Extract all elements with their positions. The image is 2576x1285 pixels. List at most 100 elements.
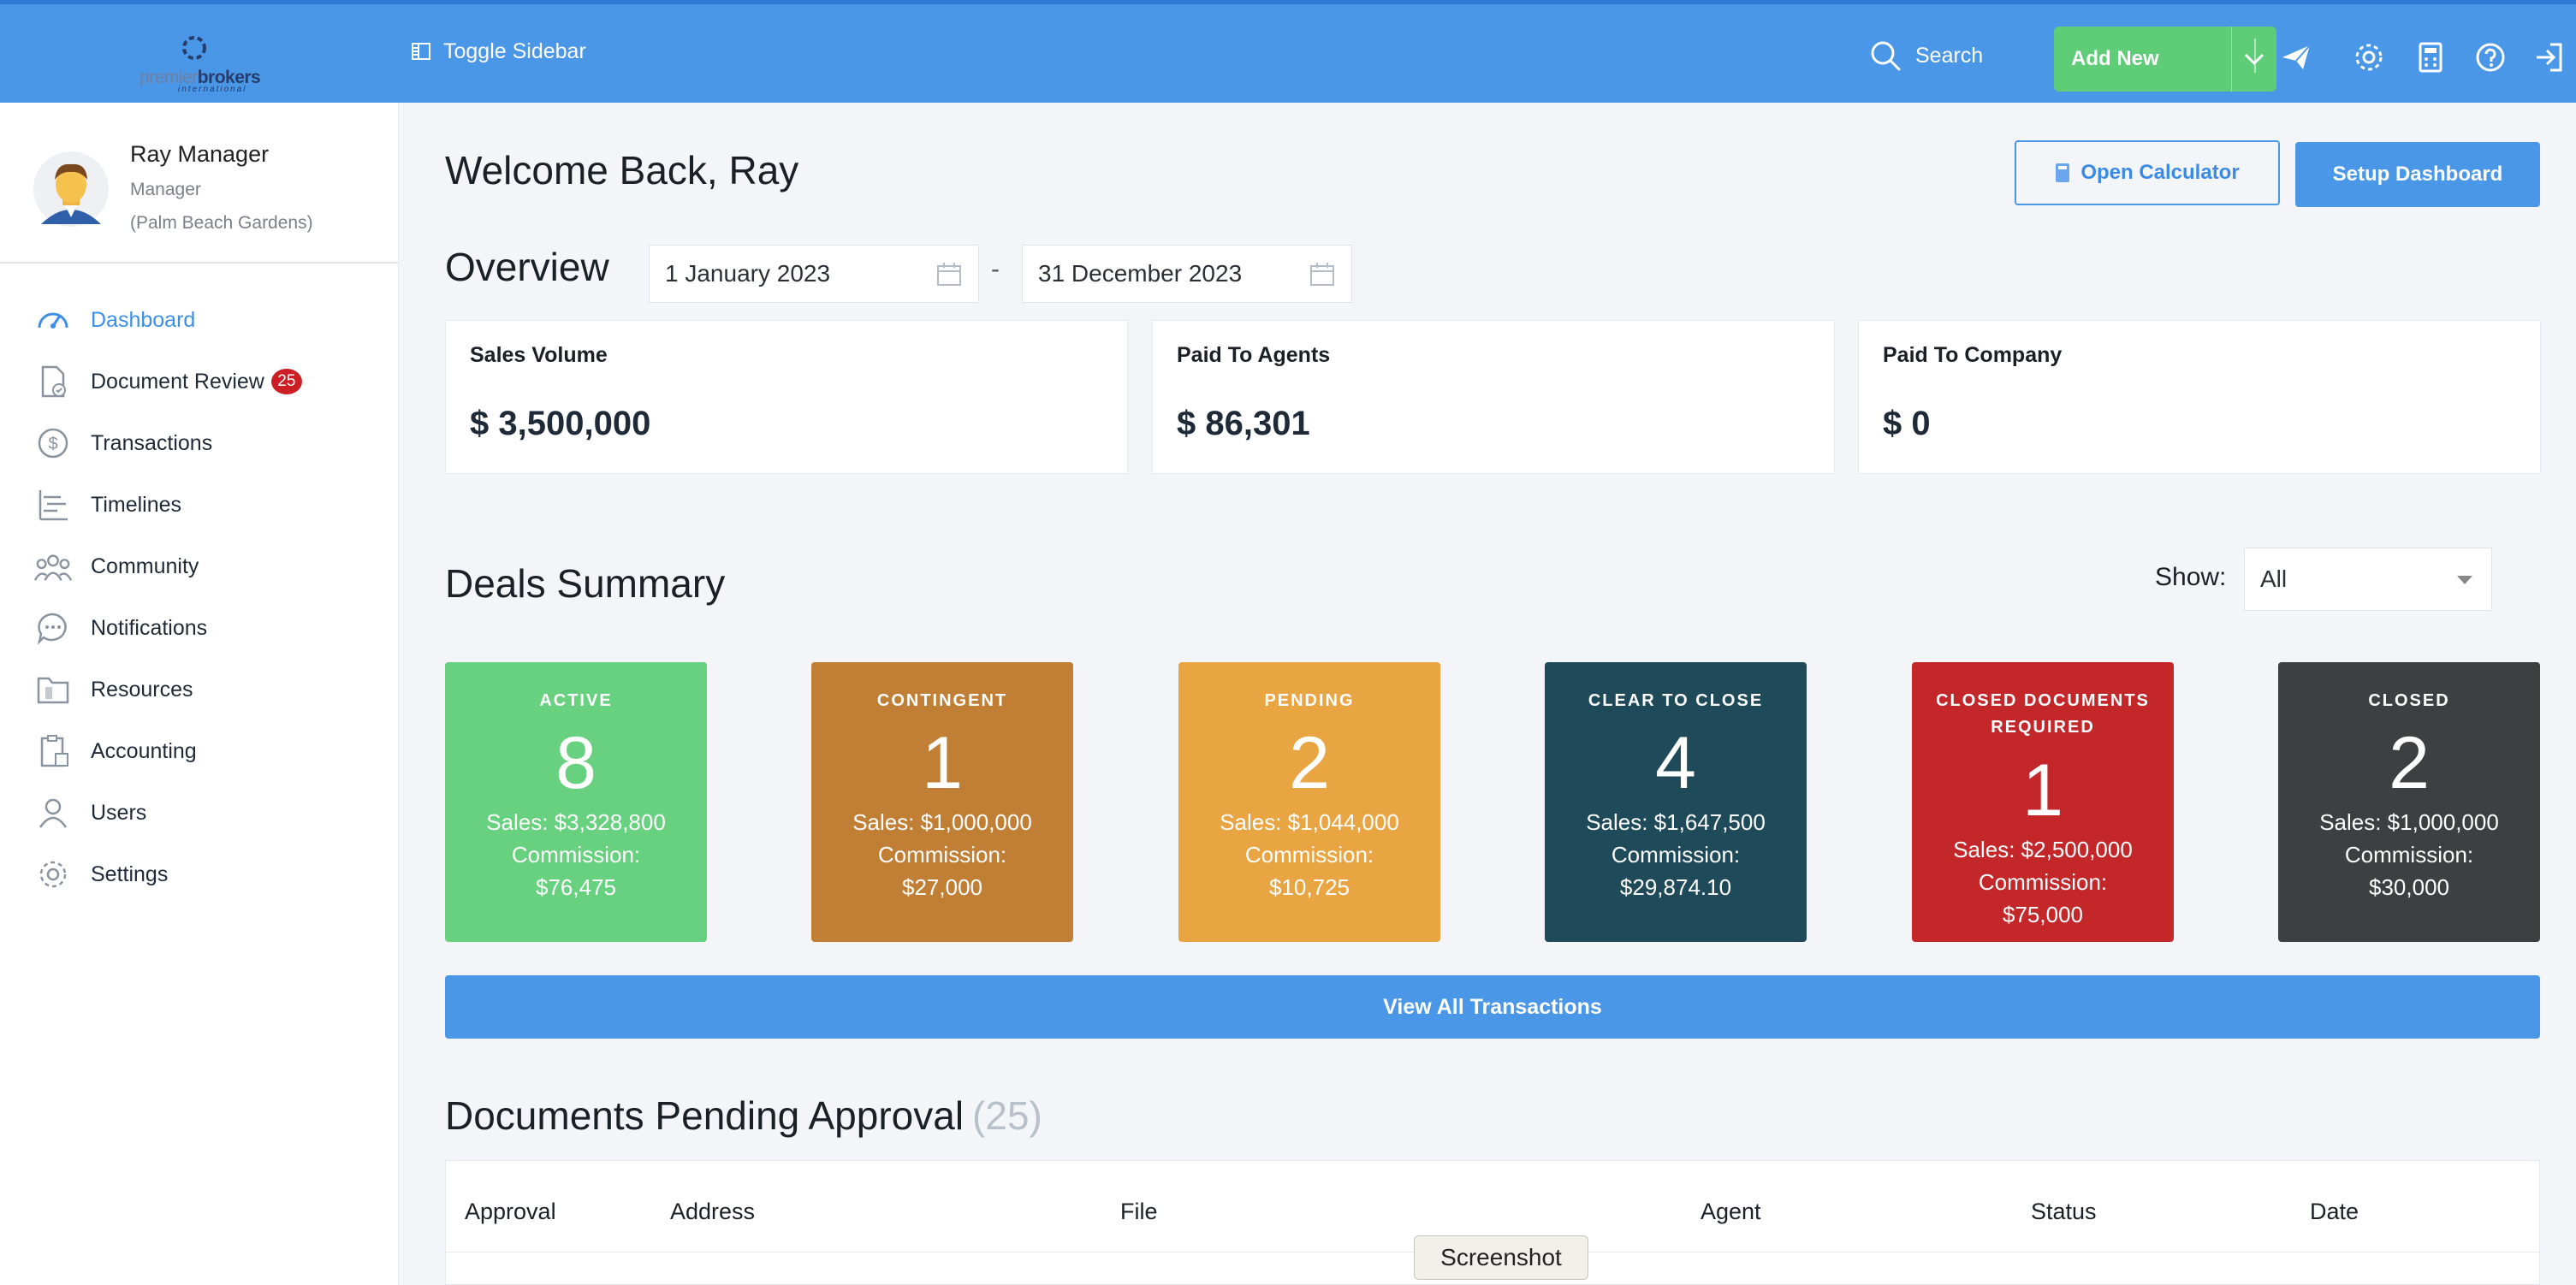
column-header-status[interactable]: Status [2031, 1199, 2097, 1225]
plane-icon[interactable] [2279, 40, 2313, 74]
avatar[interactable] [33, 151, 110, 228]
deal-card-commission: $27,000 [902, 874, 982, 900]
deal-card-active[interactable]: ACTIVE 8 Sales: $3,328,800 Commission: $76… [445, 662, 707, 942]
deal-card-closed[interactable]: CLOSED 2 Sales: $1,000,000 Commission: $30… [2278, 662, 2540, 942]
deal-card-label: PENDING [1264, 691, 1355, 710]
open-calculator-label: Open Calculator [2080, 161, 2240, 184]
sidebar-item-document-review[interactable]: Document Review 25 [0, 351, 398, 412]
stat-title: Paid To Company [1883, 343, 2063, 367]
date-from-value: 1 January 2023 [665, 260, 831, 287]
deal-card-contingent[interactable]: CONTINGENT 1 Sales: $1,000,000 Commission… [811, 662, 1073, 942]
deal-card-closed-documents-required[interactable]: CLOSED DOCUMENTS REQUIRED 1 Sales: $2,50… [1912, 662, 2174, 942]
deal-card-count: 1 [922, 722, 963, 804]
document-review-count-badge: 25 [270, 369, 302, 394]
search-button[interactable]: Search [1869, 38, 1983, 73]
user-icon [34, 794, 72, 832]
deal-card-commission-label: Commission: [1978, 869, 2108, 895]
deal-card-sales: Sales: $2,500,000 [1953, 837, 2133, 862]
deal-card-commission: $30,000 [2369, 874, 2449, 900]
gear-icon [34, 856, 72, 893]
stat-title: Paid To Agents [1177, 343, 1331, 367]
deal-card-clear-to-close[interactable]: CLEAR TO CLOSE 4 Sales: $1,647,500 Commis… [1545, 662, 1807, 942]
help-icon[interactable] [2473, 40, 2508, 74]
documents-pending-title: Documents Pending Approval (25) [445, 1093, 1042, 1139]
deal-card-count: 4 [1655, 722, 1696, 804]
user-profile: Ray Manager Manager (Palm Beach Gardens) [0, 103, 398, 264]
deal-card-commission-label: Commission: [1244, 842, 1374, 868]
deal-card-sales: Sales: $1,044,000 [1220, 809, 1399, 835]
user-role: Manager [130, 180, 201, 199]
stat-value: $ 0 [1883, 405, 1931, 442]
sidebar-item-label: Notifications [91, 615, 208, 640]
deal-card-sales: Sales: $3,328,800 [486, 809, 666, 835]
sidebar-item-label: Settings [91, 862, 169, 886]
add-new-button[interactable]: Add New [2054, 27, 2276, 92]
deal-card-pending[interactable]: PENDING 2 Sales: $1,044,000 Commission: $1… [1178, 662, 1440, 942]
logout-icon[interactable] [2531, 40, 2566, 74]
deal-card-sales: Sales: $1,647,500 [1586, 809, 1766, 835]
calculator-icon[interactable] [2413, 40, 2448, 74]
deal-card-count: 2 [2389, 722, 2430, 804]
sidebar-toggle-icon [412, 43, 430, 60]
stat-card-paid-to-company: Paid To Company $ 0 [1858, 320, 2541, 474]
date-to-field[interactable]: 31 December 2023 [1022, 245, 1352, 303]
sidebar-item-label: Timelines [91, 492, 182, 517]
calendar-icon[interactable] [1309, 261, 1336, 288]
page-title: Welcome Back, Ray [445, 148, 799, 192]
gear-icon[interactable] [2352, 40, 2386, 74]
deal-card-label: CONTINGENT [876, 691, 1008, 710]
sidebar-item-dashboard[interactable]: Dashboard [0, 289, 398, 351]
sidebar-item-notifications[interactable]: Notifications [0, 597, 398, 659]
open-calculator-button[interactable]: Open Calculator [2015, 140, 2280, 205]
calendar-icon[interactable] [935, 261, 963, 288]
show-filter-value: All [2260, 566, 2288, 592]
stat-value: $ 86,301 [1177, 405, 1310, 442]
sidebar-item-accounting[interactable]: Accounting [0, 720, 398, 782]
add-new-label: Add New [2071, 47, 2159, 70]
date-separator: - [991, 255, 1000, 283]
sidebar-item-settings[interactable]: Settings [0, 844, 398, 905]
calculator-icon [2056, 163, 2070, 182]
deal-card-commission-label: Commission: [2344, 842, 2474, 868]
sidebar-item-resources[interactable]: Resources [0, 659, 398, 720]
documents-pending-label: Documents Pending Approval [445, 1093, 965, 1138]
screenshot-tooltip: Screenshot [1414, 1235, 1588, 1280]
show-filter-select[interactable]: All [2244, 548, 2492, 611]
user-name: Ray Manager [130, 141, 270, 167]
deal-card-commission: $76,475 [536, 874, 616, 900]
stat-card-paid-to-agents: Paid To Agents $ 86,301 [1152, 320, 1835, 474]
speedometer-icon [34, 301, 72, 339]
deal-card-commission-label: Commission: [1611, 842, 1741, 868]
sidebar: Ray Manager Manager (Palm Beach Gardens)… [0, 103, 399, 1285]
column-header-date[interactable]: Date [2310, 1199, 2359, 1225]
deal-card-sales: Sales: $1,000,000 [852, 809, 1032, 835]
sidebar-item-transactions[interactable]: $ Transactions [0, 412, 398, 474]
deal-card-count: 2 [1289, 722, 1330, 804]
top-bar: premierbrokers international Toggle Side… [0, 0, 2576, 103]
stat-value: $ 3,500,000 [470, 405, 651, 442]
deal-card-commission-label: Commission: [511, 842, 641, 868]
show-filter-label: Show: [2155, 563, 2227, 591]
deals-summary-title: Deals Summary [445, 561, 726, 606]
sidebar-item-community[interactable]: Community [0, 536, 398, 597]
timeline-icon [34, 486, 72, 524]
sidebar-item-timelines[interactable]: Timelines [0, 474, 398, 536]
document-check-icon [34, 363, 72, 400]
deal-card-sales: Sales: $1,000,000 [2319, 809, 2499, 835]
column-header-approval[interactable]: Approval [465, 1199, 556, 1225]
view-all-transactions-button[interactable]: View All Transactions [445, 975, 2540, 1039]
overview-title: Overview [445, 245, 609, 289]
date-from-field[interactable]: 1 January 2023 [649, 245, 979, 303]
toggle-sidebar-button[interactable]: Toggle Sidebar [411, 38, 586, 64]
column-header-agent[interactable]: Agent [1701, 1199, 1761, 1225]
chat-bubble-icon [34, 609, 72, 647]
svg-text:$: $ [48, 435, 57, 453]
toolbar-divider [2254, 38, 2256, 73]
search-icon [1871, 41, 1901, 71]
documents-pending-count: (25) [972, 1093, 1042, 1138]
setup-dashboard-button[interactable]: Setup Dashboard [2295, 142, 2540, 207]
column-header-file[interactable]: File [1120, 1199, 1158, 1225]
sidebar-item-users[interactable]: Users [0, 782, 398, 844]
brand-logo[interactable]: premierbrokers international [137, 33, 265, 94]
column-header-address[interactable]: Address [670, 1199, 755, 1225]
